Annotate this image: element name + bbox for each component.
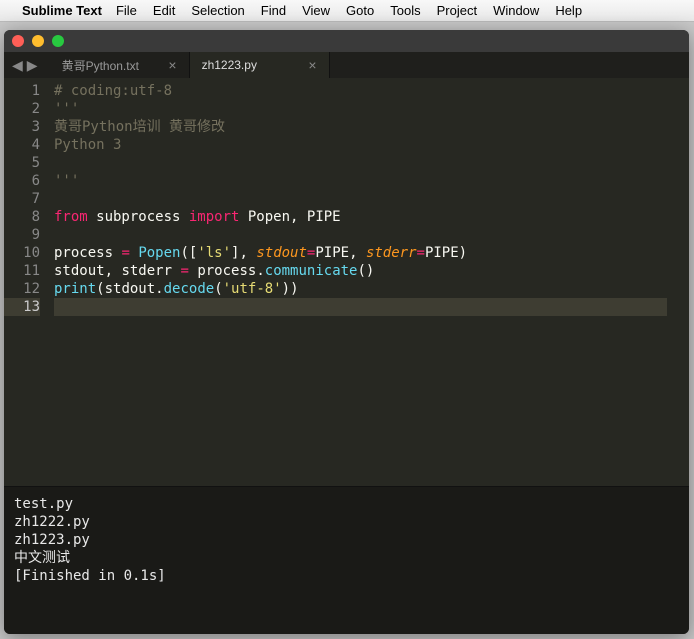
code-line[interactable] xyxy=(54,190,683,208)
line-number: 13 xyxy=(4,298,40,316)
menubar: Sublime Text File Edit Selection Find Vi… xyxy=(0,0,694,22)
tab-label: 黄哥Python.txt xyxy=(62,57,139,74)
code-line[interactable]: 黄哥Python培训 黄哥修改 xyxy=(54,118,683,136)
menu-project[interactable]: Project xyxy=(437,3,477,18)
console-line: zh1222.py xyxy=(14,513,679,531)
console-line: test.py xyxy=(14,495,679,513)
code-line[interactable] xyxy=(54,298,683,316)
code-line[interactable]: print(stdout.decode('utf-8')) xyxy=(54,280,683,298)
nav-forward-icon[interactable]: ▶ xyxy=(27,57,38,74)
app-name[interactable]: Sublime Text xyxy=(22,3,102,18)
menu-view[interactable]: View xyxy=(302,3,330,18)
line-number: 12 xyxy=(4,280,40,298)
code-line[interactable]: # coding:utf-8 xyxy=(54,82,683,100)
menu-edit[interactable]: Edit xyxy=(153,3,175,18)
tab-0[interactable]: 黄哥Python.txt × xyxy=(50,52,190,78)
tab-bar: ◀ ▶ 黄哥Python.txt × zh1223.py × xyxy=(4,52,689,78)
code-line[interactable] xyxy=(54,226,683,244)
line-number: 9 xyxy=(4,226,40,244)
line-number: 4 xyxy=(4,136,40,154)
code-line[interactable]: ''' xyxy=(54,100,683,118)
editor-area[interactable]: 12345678910111213 # coding:utf-8'''黄哥Pyt… xyxy=(4,78,689,486)
line-number: 8 xyxy=(4,208,40,226)
window-close-button[interactable] xyxy=(12,35,24,47)
line-number: 2 xyxy=(4,100,40,118)
tab-close-icon[interactable]: × xyxy=(290,57,316,73)
code-line[interactable] xyxy=(54,154,683,172)
window-minimize-button[interactable] xyxy=(32,35,44,47)
line-number: 5 xyxy=(4,154,40,172)
line-number: 3 xyxy=(4,118,40,136)
menu-file[interactable]: File xyxy=(116,3,137,18)
line-gutter: 12345678910111213 xyxy=(4,78,48,486)
line-number: 6 xyxy=(4,172,40,190)
menu-find[interactable]: Find xyxy=(261,3,286,18)
tab-close-icon[interactable]: × xyxy=(150,57,176,73)
build-output-panel[interactable]: test.pyzh1222.pyzh1223.py中文测试[Finished i… xyxy=(4,486,689,634)
menu-selection[interactable]: Selection xyxy=(191,3,244,18)
console-line: zh1223.py xyxy=(14,531,679,549)
line-number: 7 xyxy=(4,190,40,208)
line-number: 1 xyxy=(4,82,40,100)
code-line[interactable]: ''' xyxy=(54,172,683,190)
code-line[interactable]: from subprocess import Popen, PIPE xyxy=(54,208,683,226)
minimap[interactable] xyxy=(667,78,689,486)
code-line[interactable]: stdout, stderr = process.communicate() xyxy=(54,262,683,280)
tab-label: zh1223.py xyxy=(202,58,257,72)
console-line: [Finished in 0.1s] xyxy=(14,567,679,585)
menu-help[interactable]: Help xyxy=(555,3,582,18)
code-line[interactable]: process = Popen(['ls'], stdout=PIPE, std… xyxy=(54,244,683,262)
titlebar xyxy=(4,30,689,52)
menu-window[interactable]: Window xyxy=(493,3,539,18)
tab-1[interactable]: zh1223.py × xyxy=(190,52,330,78)
console-line: 中文测试 xyxy=(14,549,679,567)
menu-goto[interactable]: Goto xyxy=(346,3,374,18)
window-maximize-button[interactable] xyxy=(52,35,64,47)
nav-back-icon[interactable]: ◀ xyxy=(12,57,23,74)
editor-window: ◀ ▶ 黄哥Python.txt × zh1223.py × 123456789… xyxy=(4,30,689,634)
line-number: 11 xyxy=(4,262,40,280)
code-area[interactable]: # coding:utf-8'''黄哥Python培训 黄哥修改Python 3… xyxy=(48,78,689,486)
menu-tools[interactable]: Tools xyxy=(390,3,420,18)
nav-arrows: ◀ ▶ xyxy=(4,52,50,78)
code-line[interactable]: Python 3 xyxy=(54,136,683,154)
line-number: 10 xyxy=(4,244,40,262)
